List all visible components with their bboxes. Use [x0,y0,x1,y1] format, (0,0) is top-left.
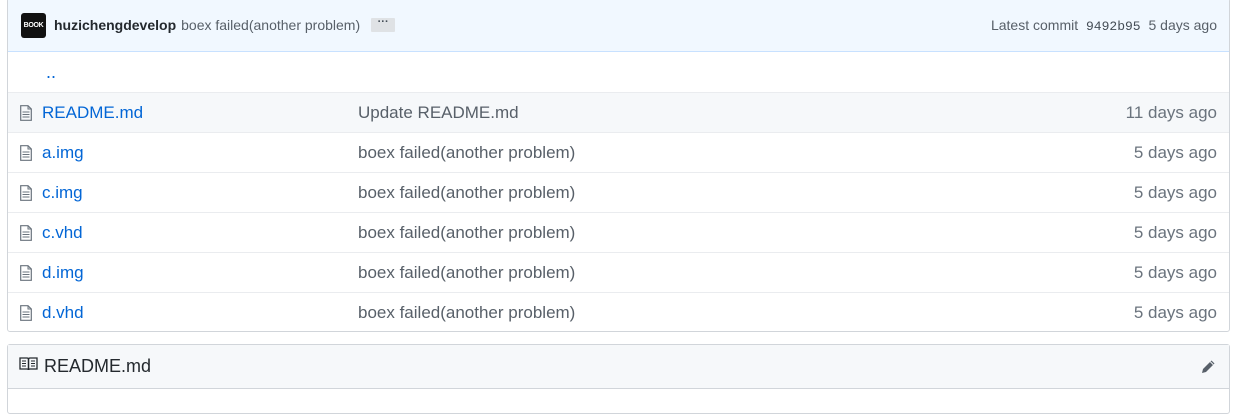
file-commit-message[interactable]: boex failed(another problem) [358,143,1134,163]
file-commit-age: 11 days ago [1125,102,1217,122]
file-commit-age: 5 days ago [1133,182,1217,202]
file-commit-age: 5 days ago [1133,262,1217,282]
expand-commit-message-button[interactable]: ··· [371,17,396,32]
file-list: BOOK huzichengdevelop boex failed(anothe… [7,0,1230,332]
file-commit-age: 5 days ago [1133,142,1217,162]
file-row: c.img boex failed(another problem) 5 days … [8,172,1229,212]
file-commit-message[interactable]: boex failed(another problem) [358,263,1134,283]
file-name-link[interactable]: c.img [42,183,358,203]
readme-title: README.md [44,356,152,376]
commit-age: 5 days ago [1148,16,1218,33]
file-commit-age: 5 days ago [1133,222,1217,242]
file-name-link[interactable]: d.vhd [42,303,358,323]
avatar[interactable]: BOOK [21,12,46,38]
file-row: d.img boex failed(another problem) 5 days … [8,252,1229,292]
pencil-icon[interactable] [1199,358,1217,376]
commit-sha-link[interactable]: 9492b95 [1086,19,1141,34]
latest-commit-label: Latest commit [990,16,1079,33]
file-row: a.img boex failed(another problem) 5 days … [8,132,1229,172]
file-commit-message[interactable]: boex failed(another problem) [358,223,1134,243]
file-name-link[interactable]: a.img [42,143,358,163]
file-icon [20,104,36,121]
file-row: c.vhd boex failed(another problem) 5 days … [8,212,1229,252]
latest-commit-bar: BOOK huzichengdevelop boex failed(anothe… [8,0,1229,52]
file-commit-message[interactable]: Update README.md [358,103,1126,123]
file-icon [20,304,36,321]
file-commit-message[interactable]: boex failed(another problem) [358,303,1134,323]
file-icon [20,264,36,281]
commit-author-link[interactable]: huzichengdevelop [54,17,176,33]
readme-panel: README.md [7,344,1230,414]
file-row: README.md Update README.md 11 days ago [8,92,1229,132]
file-name-link[interactable]: README.md [42,103,358,123]
file-commit-message[interactable]: boex failed(another problem) [358,183,1134,203]
file-commit-age: 5 days ago [1133,302,1217,322]
file-icon [20,224,36,241]
file-row: d.vhd boex failed(another problem) 5 days … [8,292,1229,331]
commit-message[interactable]: boex failed(another problem) [181,17,360,33]
file-name-link[interactable]: c.vhd [42,223,358,243]
up-directory-row: .. [8,52,1229,92]
file-rows: README.md Update README.md 11 days ago a.im… [8,92,1229,331]
readme-header: README.md [8,345,1229,389]
latest-commit-info: Latest commit 9492b95 5 days ago [991,17,1217,34]
file-icon [20,144,36,161]
book-icon [19,357,38,376]
file-name-link[interactable]: d.img [42,263,358,283]
up-directory-link[interactable]: .. [46,62,56,83]
file-icon [20,184,36,201]
